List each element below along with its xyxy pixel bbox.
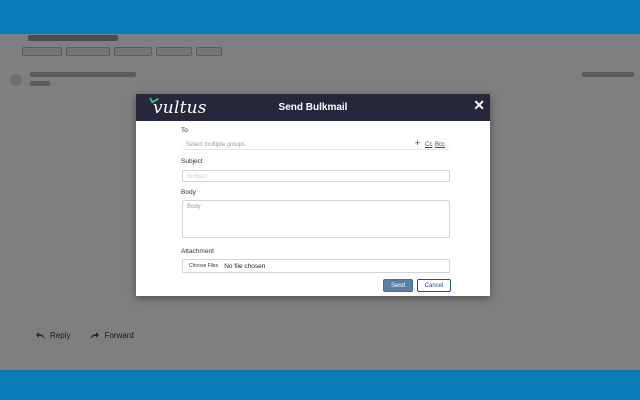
cancel-button[interactable]: Cancel bbox=[417, 279, 451, 292]
bulkmail-dialog: vultus Send Bulkmail ✕ To Select multipl… bbox=[136, 94, 490, 296]
body-textarea[interactable]: Body bbox=[182, 200, 450, 238]
body-placeholder: Body bbox=[187, 204, 201, 210]
dialog-header: vultus Send Bulkmail ✕ bbox=[136, 94, 490, 121]
email-view: Reply Forward vultus Send Bulkmail ✕ To … bbox=[0, 34, 640, 370]
subject-input[interactable]: Subject bbox=[182, 170, 450, 182]
bcc-link[interactable]: Bcc bbox=[435, 142, 445, 148]
to-placeholder: Select multiple groups bbox=[186, 142, 246, 148]
send-button[interactable]: Send bbox=[383, 279, 413, 292]
choose-files-button[interactable]: Choose Files bbox=[189, 263, 218, 269]
plus-icon[interactable]: + bbox=[415, 138, 420, 148]
body-label: Body bbox=[181, 189, 196, 196]
subject-placeholder: Subject bbox=[187, 174, 208, 180]
file-input[interactable]: Choose Files No file chosen bbox=[182, 259, 450, 273]
cc-link[interactable]: Cc bbox=[425, 142, 432, 148]
subject-label: Subject bbox=[181, 158, 203, 165]
close-icon[interactable]: ✕ bbox=[473, 98, 485, 112]
to-label: To bbox=[181, 127, 188, 134]
attachment-label: Attachment bbox=[181, 248, 214, 255]
dialog-title: Send Bulkmail bbox=[278, 102, 348, 113]
file-status: No file chosen bbox=[224, 262, 266, 270]
group-select-input[interactable]: Select multiple groups + bbox=[182, 138, 450, 150]
